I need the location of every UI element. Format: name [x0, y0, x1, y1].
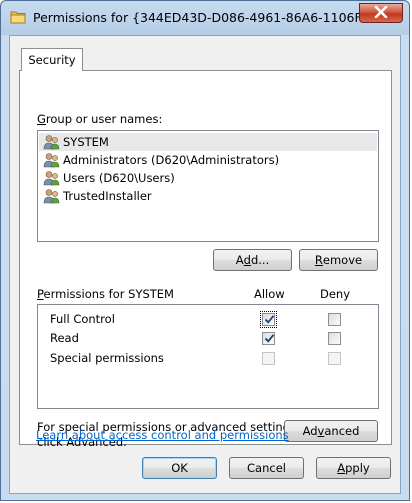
special-allow-checkbox — [262, 352, 275, 365]
cancel-button[interactable]: Cancel — [229, 457, 304, 479]
permission-row-read: Read — [38, 329, 378, 347]
close-icon — [374, 5, 388, 21]
window-title: Permissions for {344ED43D-D086-4961-86A6… — [33, 10, 382, 25]
permission-name: Read — [50, 331, 79, 345]
read-allow-checkbox[interactable] — [262, 332, 275, 345]
full-control-deny-checkbox[interactable] — [328, 313, 341, 326]
checkmark-icon — [264, 334, 275, 343]
deny-column-header: Deny — [320, 287, 351, 301]
tab-security-label: Security — [28, 53, 76, 67]
special-deny-checkbox — [328, 352, 341, 365]
help-link[interactable]: Learn about access control and permissio… — [36, 428, 289, 442]
security-tab-page: Group or user names: SYSTEM Administrato… — [19, 70, 392, 449]
user-group-icon — [43, 170, 61, 186]
list-item-trustedinstaller[interactable]: TrustedInstaller — [39, 187, 152, 205]
list-item-users[interactable]: Users (D620\Users) — [39, 169, 175, 187]
list-item-system[interactable]: SYSTEM — [39, 133, 377, 151]
allow-column-header: Allow — [254, 287, 285, 301]
group-names-label: Group or user names: — [37, 112, 163, 126]
permission-row-full-control: Full Control — [38, 310, 378, 328]
folder-icon — [10, 10, 26, 24]
checkmark-icon — [264, 315, 275, 324]
permissions-dialog: Permissions for {344ED43D-D086-4961-86A6… — [0, 0, 410, 501]
full-control-allow-checkbox[interactable] — [260, 311, 277, 328]
close-button[interactable] — [359, 3, 403, 23]
advanced-button[interactable]: Ad v anced — [284, 420, 378, 442]
apply-button[interactable]: Apply — [316, 457, 391, 479]
permission-row-special: Special permissions — [38, 349, 378, 367]
user-name: SYSTEM — [63, 135, 109, 149]
remove-button[interactable]: Remove — [299, 249, 378, 271]
permissions-list: Full Control Read Special permissions — [37, 304, 379, 409]
dialog-client-area: Security Group or user names: SYSTEM Adm… — [9, 35, 401, 494]
user-group-icon — [43, 188, 61, 204]
user-list[interactable]: SYSTEM Administrators (D620\Administrato… — [37, 130, 379, 242]
list-item-administrators[interactable]: Administrators (D620\Administrators) — [39, 151, 279, 169]
user-group-icon — [43, 134, 61, 150]
permission-name: Special permissions — [50, 351, 164, 365]
permissions-for-label: Permissions for SYSTEM — [37, 287, 174, 301]
tab-security[interactable]: Security — [21, 48, 83, 71]
title-bar[interactable]: Permissions for {344ED43D-D086-4961-86A6… — [1, 1, 409, 35]
permission-name: Full Control — [50, 312, 115, 326]
user-name: Administrators (D620\Administrators) — [63, 153, 280, 167]
add-button[interactable]: Ad d... — [213, 249, 292, 271]
ok-button[interactable]: OK — [142, 457, 217, 479]
user-name: Users (D620\Users) — [63, 171, 175, 185]
read-deny-checkbox[interactable] — [328, 332, 341, 345]
user-name: TrustedInstaller — [63, 189, 152, 203]
user-group-icon — [43, 152, 61, 168]
